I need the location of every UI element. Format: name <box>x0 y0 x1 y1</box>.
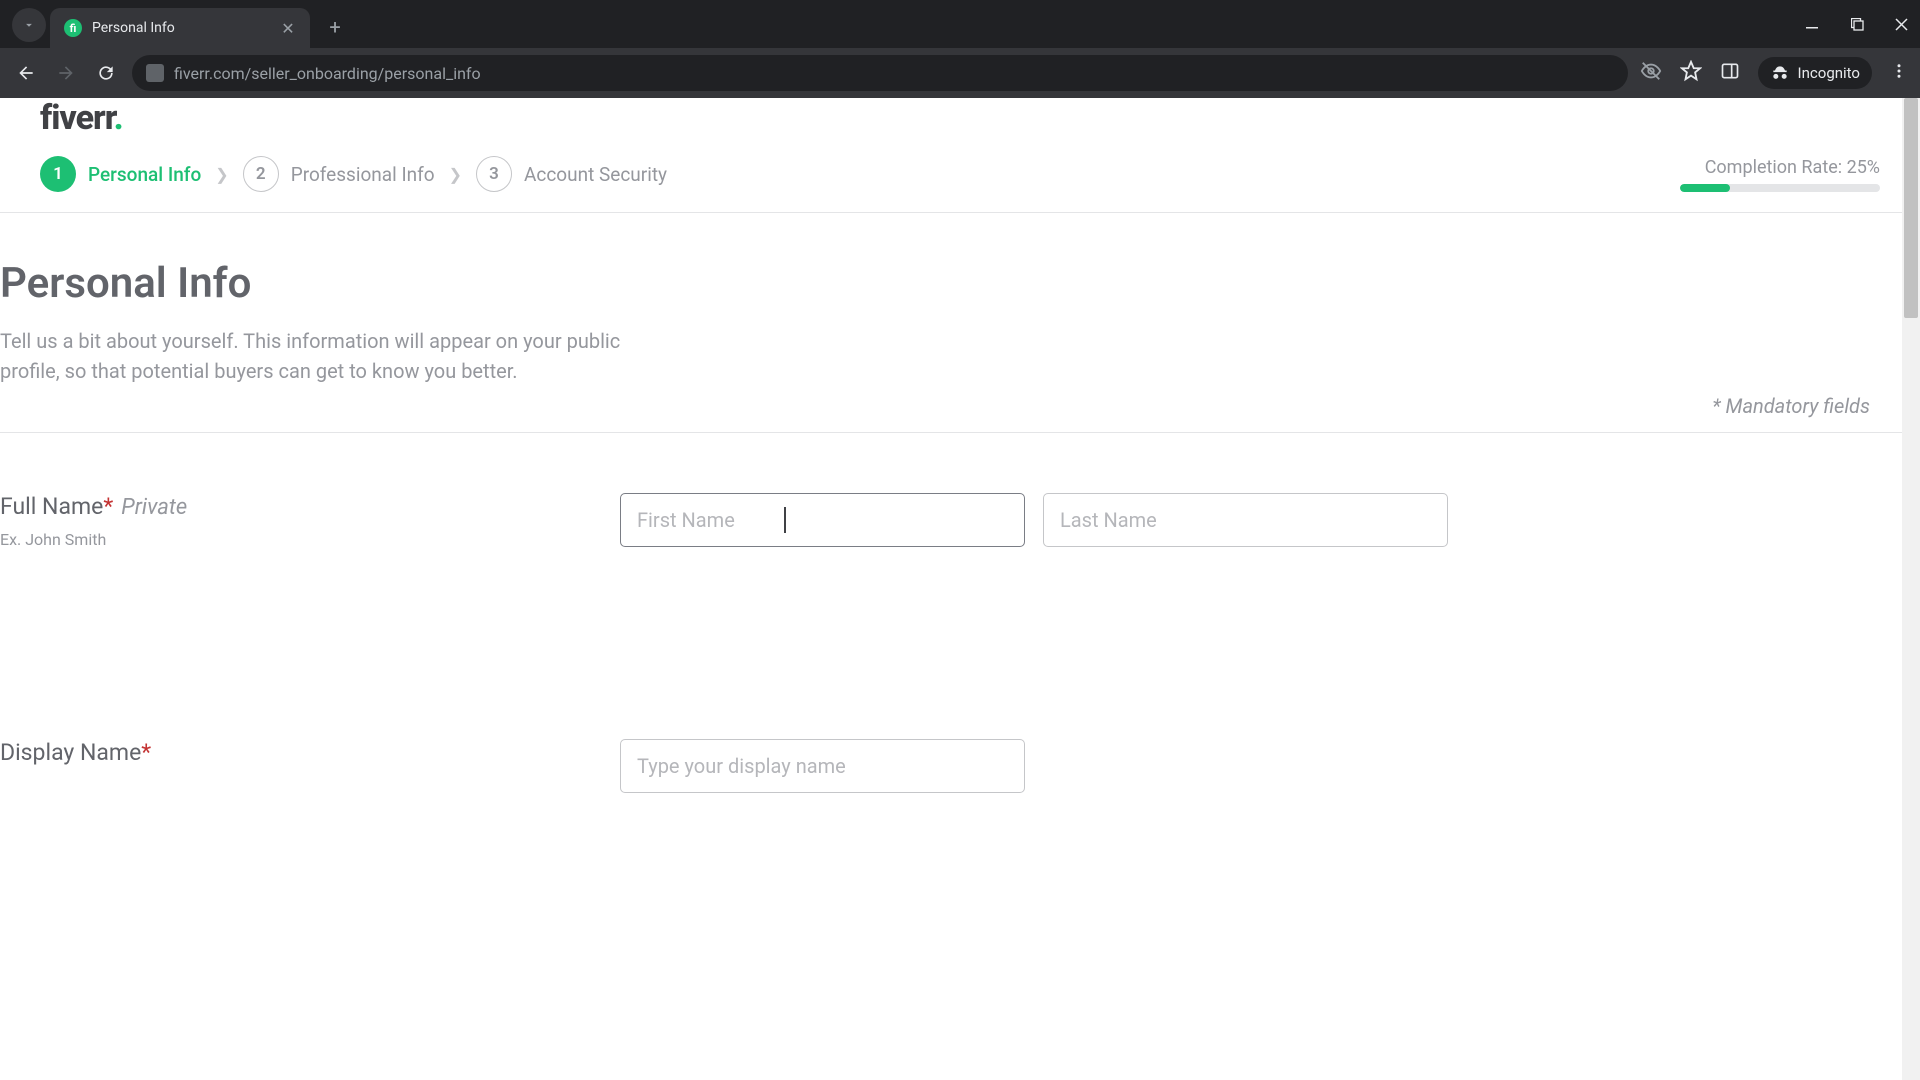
completion-bar <box>1680 184 1880 192</box>
fiverr-logo[interactable]: fiverr. <box>40 98 123 138</box>
last-name-input[interactable] <box>1043 493 1448 547</box>
new-tab-button[interactable]: + <box>320 12 350 42</box>
private-tag: Private <box>121 495 187 520</box>
onboarding-stepper: 1 Personal Info ❯ 2 Professional Info ❯ … <box>40 156 667 192</box>
maximize-icon <box>1851 18 1864 31</box>
step-label: Personal Info <box>88 163 201 186</box>
completion-rate: Completion Rate: 25% <box>1680 157 1880 192</box>
page-content: fiverr. 1 Personal Info ❯ 2 Professional… <box>0 98 1920 1080</box>
tab-search-button[interactable] <box>12 8 46 42</box>
first-name-input[interactable] <box>620 493 1025 547</box>
browser-toolbar: fiverr.com/seller_onboarding/personal_in… <box>0 48 1920 98</box>
chevron-down-icon <box>22 18 36 32</box>
required-asterisk: * <box>103 493 113 520</box>
chevron-right-icon: ❯ <box>449 165 462 184</box>
mandatory-note: * Mandatory fields <box>0 394 1920 418</box>
display-name-input[interactable] <box>620 739 1025 793</box>
tab-favicon-icon: fi <box>64 19 82 37</box>
required-asterisk: * <box>141 739 151 766</box>
text-caret <box>784 507 786 533</box>
back-button[interactable] <box>12 59 40 87</box>
browser-menu-button[interactable] <box>1890 62 1908 84</box>
vertical-scrollbar[interactable] <box>1902 98 1920 1080</box>
step-number: 2 <box>243 156 279 192</box>
eye-off-icon[interactable] <box>1640 60 1662 86</box>
reload-button[interactable] <box>92 59 120 87</box>
tab-strip: fi Personal Info ✕ + <box>0 0 1920 48</box>
minimize-button[interactable] <box>1804 17 1822 31</box>
tab-close-button[interactable]: ✕ <box>280 20 296 36</box>
panel-icon <box>1720 61 1740 81</box>
side-panel-button[interactable] <box>1720 61 1740 85</box>
logo-text: fiverr <box>40 98 114 138</box>
logo-dot: . <box>114 98 123 138</box>
tab-title: Personal Info <box>92 20 270 36</box>
close-icon <box>1895 18 1908 31</box>
browser-tab[interactable]: fi Personal Info ✕ <box>50 8 310 48</box>
window-controls <box>1804 0 1910 48</box>
minimize-icon <box>1806 17 1820 31</box>
maximize-button[interactable] <box>1848 18 1866 31</box>
url-text: fiverr.com/seller_onboarding/personal_in… <box>174 64 481 83</box>
step-professional-info[interactable]: 2 Professional Info <box>243 156 435 192</box>
step-personal-info[interactable]: 1 Personal Info <box>40 156 201 192</box>
page-subtitle: Tell us a bit about yourself. This infor… <box>0 326 660 386</box>
incognito-icon <box>1770 63 1790 83</box>
reload-icon <box>96 63 116 83</box>
full-name-label: Full Name*Private <box>0 493 620 520</box>
arrow-right-icon <box>56 63 76 83</box>
step-label: Account Security <box>524 163 667 186</box>
completion-fill <box>1680 184 1730 192</box>
step-account-security[interactable]: 3 Account Security <box>476 156 667 192</box>
incognito-label: Incognito <box>1798 64 1860 82</box>
page-title: Personal Info <box>0 259 1920 308</box>
completion-label: Completion Rate: 25% <box>1680 157 1880 178</box>
scrollbar-thumb[interactable] <box>1904 98 1918 318</box>
star-icon <box>1680 60 1702 82</box>
step-number: 1 <box>40 156 76 192</box>
close-window-button[interactable] <box>1892 18 1910 31</box>
arrow-left-icon <box>16 63 36 83</box>
bookmark-button[interactable] <box>1680 60 1702 86</box>
full-name-hint: Ex. John Smith <box>0 530 620 549</box>
chevron-right-icon: ❯ <box>215 165 228 184</box>
display-name-label: Display Name* <box>0 739 620 766</box>
incognito-indicator[interactable]: Incognito <box>1758 57 1872 89</box>
address-bar[interactable]: fiverr.com/seller_onboarding/personal_in… <box>132 55 1628 91</box>
step-label: Professional Info <box>291 163 435 186</box>
site-info-icon[interactable] <box>146 64 164 82</box>
forward-button[interactable] <box>52 59 80 87</box>
kebab-icon <box>1890 62 1908 80</box>
step-number: 3 <box>476 156 512 192</box>
